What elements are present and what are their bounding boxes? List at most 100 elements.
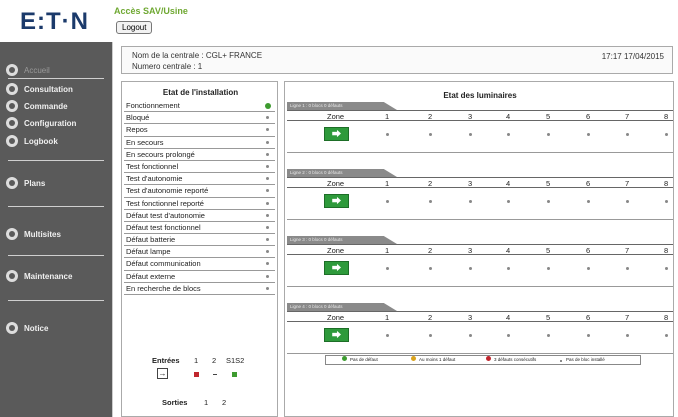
sidebar-item-notice[interactable]: Notice	[0, 320, 112, 336]
sidebar-item-maintenance[interactable]: Maintenance	[0, 268, 112, 284]
luminaire-status-dot[interactable]	[507, 334, 510, 337]
line-tab[interactable]: Ligne 4 : 0 blocs 0 défauts	[287, 303, 397, 311]
legend-no-block: Pas de bloc installé	[566, 357, 605, 362]
sortie-col-2: 2	[222, 398, 227, 407]
sidebar-item-commande[interactable]: Commande	[0, 98, 112, 114]
luminaire-status-dot[interactable]	[626, 133, 629, 136]
luminaire-status-dot[interactable]	[587, 334, 590, 337]
luminaire-line-1: Ligne 1 : 0 blocs 0 défauts Zone 1 2 3 4 5 6 7 8 ⮕	[287, 102, 673, 162]
luminaire-status-dot[interactable]	[626, 200, 629, 203]
zone-column-header: 1	[385, 179, 390, 188]
installation-title: Etat de l'installation	[162, 88, 239, 97]
line-tab[interactable]: Ligne 2 : 0 blocs 0 défauts	[287, 169, 397, 177]
zone-column-header: 6	[586, 246, 591, 255]
zone-column-header: 4	[506, 179, 511, 188]
luminaire-status-dot[interactable]	[469, 334, 472, 337]
luminaire-status-dot[interactable]	[386, 334, 389, 337]
zone-column-header: 1	[385, 112, 390, 121]
gear-icon	[6, 117, 18, 129]
status-row: Défaut externe	[124, 271, 275, 283]
sorties-label: Sorties	[162, 398, 188, 407]
status-label: Défaut externe	[126, 271, 176, 281]
luminaire-status-dot[interactable]	[626, 267, 629, 270]
luminaire-status-dot[interactable]	[587, 200, 590, 203]
luminaire-status-dot[interactable]	[665, 334, 668, 337]
sidebar-divider	[8, 300, 104, 301]
line-tab[interactable]: Ligne 3 : 0 blocs 0 défauts	[287, 236, 397, 244]
status-indicator	[266, 213, 269, 217]
luminaire-status-dot[interactable]	[429, 200, 432, 203]
status-label: En recherche de blocs	[126, 283, 201, 293]
status-indicator	[266, 286, 269, 290]
exit-sign-icon[interactable]: ⮕	[324, 127, 349, 141]
exit-sign-icon[interactable]: ⮕	[324, 261, 349, 275]
luminaire-status-dot[interactable]	[547, 133, 550, 136]
legend-none-dot	[560, 359, 562, 362]
entree-col-s1s2: S1S2	[226, 356, 245, 365]
sidebar-item-plans[interactable]: Plans	[0, 175, 112, 191]
zone-column-header: 2	[428, 313, 433, 322]
status-label: Repos	[126, 125, 148, 135]
status-label: Test fonctionnel reporté	[126, 198, 204, 208]
luminaire-status-dot[interactable]	[547, 267, 550, 270]
luminaire-status-dot[interactable]	[469, 133, 472, 136]
luminaire-status-dot[interactable]	[547, 200, 550, 203]
luminaire-status-dot[interactable]	[547, 334, 550, 337]
status-indicator	[266, 262, 269, 266]
luminaire-status-dot[interactable]	[469, 200, 472, 203]
status-row: Bloqué	[124, 112, 275, 125]
zone-column-header: 4	[506, 313, 511, 322]
zone-column-header: 7	[625, 179, 630, 188]
luminaire-line-2: Ligne 2 : 0 blocs 0 défauts Zone 1 2 3 4 5 6 7 8 ⮕	[287, 169, 673, 229]
zone-column-header: 5	[546, 313, 551, 322]
status-row: En recherche de blocs	[124, 283, 275, 295]
status-row: Défaut test fonctionnel	[124, 222, 275, 235]
sortie-col-1: 1	[204, 398, 209, 407]
status-label: Fonctionnement	[126, 101, 180, 110]
luminaire-status-dot[interactable]	[507, 200, 510, 203]
line-divider	[287, 219, 673, 220]
status-row: Défaut communication	[124, 258, 275, 271]
sidebar-item-label: Consultation	[24, 84, 73, 94]
zone-column-header: 6	[586, 313, 591, 322]
luminaires-title: Etat des luminaires	[443, 91, 517, 100]
luminaire-status-dot[interactable]	[626, 334, 629, 337]
line-divider	[287, 353, 673, 354]
luminaire-status-dot[interactable]	[665, 200, 668, 203]
sidebar-item-label: Configuration	[24, 118, 77, 128]
status-indicator	[266, 225, 269, 229]
app-title: Accès SAV/Usine	[114, 6, 188, 16]
status-label: Défaut batterie	[126, 235, 176, 245]
exit-sign-icon[interactable]: ⮕	[324, 328, 349, 342]
status-label: Défaut test d'autonomie	[126, 210, 205, 220]
luminaire-status-dot[interactable]	[665, 267, 668, 270]
luminaire-status-dot[interactable]	[469, 267, 472, 270]
sidebar-item-multisites[interactable]: Multisites	[0, 226, 112, 242]
zone-header: Zone 1 2 3 4 5 6 7 8	[287, 110, 673, 121]
exit-sign-icon[interactable]: ⮕	[324, 194, 349, 208]
luminaire-status-dot[interactable]	[665, 133, 668, 136]
sidebar-item-configuration[interactable]: Configuration	[0, 115, 112, 131]
luminaire-status-dot[interactable]	[386, 267, 389, 270]
status-label: Test d'autonomie	[126, 174, 183, 184]
luminaire-status-dot[interactable]	[386, 200, 389, 203]
luminaire-status-dot[interactable]	[429, 133, 432, 136]
sidebar-item-logbook[interactable]: Logbook	[0, 133, 112, 149]
luminaire-status-dot[interactable]	[587, 133, 590, 136]
status-label: Test d'autonomie reporté	[126, 186, 209, 196]
luminaire-status-dot[interactable]	[386, 133, 389, 136]
luminaire-status-dot[interactable]	[587, 267, 590, 270]
sidebar-item-accueil[interactable]: Accueil	[0, 62, 112, 78]
logout-button[interactable]: Logout	[116, 21, 153, 34]
clock: 17:17 17/04/2015	[601, 52, 664, 61]
luminaire-status-dot[interactable]	[507, 267, 510, 270]
luminaire-status-dot[interactable]	[429, 267, 432, 270]
main-panel: Nom de la centrale : CGL+ FRANCE Numero …	[112, 42, 678, 417]
zone-column-header: 1	[385, 313, 390, 322]
sidebar-item-consultation[interactable]: Consultation	[0, 81, 112, 97]
zone-column-header: 1	[385, 246, 390, 255]
line-tab[interactable]: Ligne 1 : 0 blocs 0 défauts	[287, 102, 397, 110]
luminaire-status-dot[interactable]	[429, 334, 432, 337]
luminaire-status-dot[interactable]	[507, 133, 510, 136]
status-row: Défaut lampe	[124, 246, 275, 259]
